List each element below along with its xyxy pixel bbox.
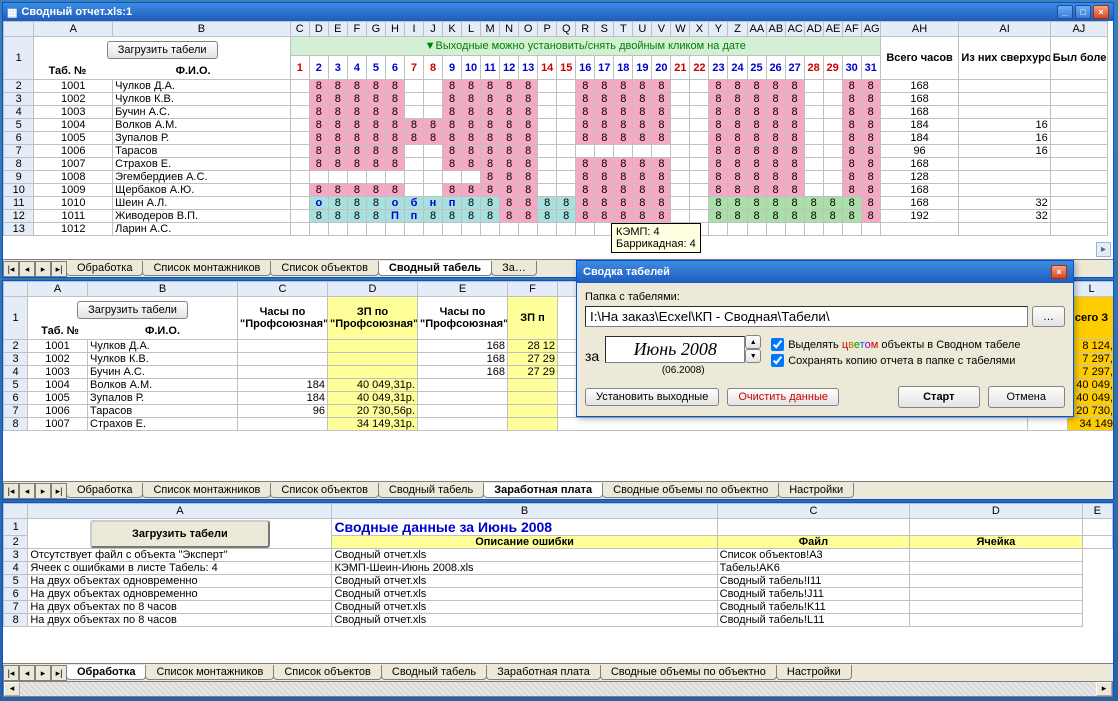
day-22[interactable]: 22 — [690, 56, 709, 80]
day-5[interactable]: 5 — [366, 56, 385, 80]
banner-text: ▼Выходные можно установить/снять двойным… — [290, 37, 880, 56]
sheet-tabs-2: |◂◂▸▸| ОбработкаСписок монтажниковСписок… — [3, 481, 1113, 499]
sheet-tab[interactable]: За… — [491, 261, 537, 276]
btn-cancel[interactable]: Отмена — [988, 386, 1065, 408]
sheet-tab[interactable]: Список монтажников — [145, 665, 274, 680]
sheet-tab[interactable]: Настройки — [776, 665, 852, 680]
folder-label: Папка с табелями: — [585, 291, 1065, 303]
summary-dialog: Сводка табелей × Папка с табелями: … за … — [576, 260, 1074, 417]
btn-holidays[interactable]: Установить выходные — [585, 388, 719, 406]
browse-button[interactable]: … — [1032, 306, 1065, 327]
grid-3[interactable]: A B C D E 1 Загрузить табели Сводные дан… — [3, 503, 1113, 627]
day-23[interactable]: 23 — [709, 56, 728, 80]
day-27[interactable]: 27 — [785, 56, 804, 80]
day-21[interactable]: 21 — [671, 56, 690, 80]
month-up[interactable]: ▲ — [745, 335, 761, 349]
chk-highlight[interactable] — [771, 338, 784, 351]
sheet-tab[interactable]: Заработная плата — [486, 665, 601, 680]
folder-path-input[interactable] — [585, 306, 1028, 327]
day-18[interactable]: 18 — [614, 56, 633, 80]
sheet-tab[interactable]: Сводные объемы по объектно — [602, 483, 779, 498]
corner-cell[interactable] — [4, 22, 34, 37]
day-4[interactable]: 4 — [347, 56, 366, 80]
day-29[interactable]: 29 — [823, 56, 842, 80]
za-label: за — [585, 348, 599, 364]
day-30[interactable]: 30 — [842, 56, 861, 80]
day-2[interactable]: 2 — [309, 56, 328, 80]
sheet-tab[interactable]: Список объектов — [270, 261, 379, 276]
sheet-tab[interactable]: Настройки — [778, 483, 854, 498]
col-overtime: Из них сверхурочно — [959, 37, 1050, 80]
sheet-tab[interactable]: Обработка — [66, 261, 143, 276]
day-14[interactable]: 14 — [538, 56, 557, 80]
app-icon: ▦ — [7, 6, 17, 19]
titlebar-1: ▦ Сводный отчет.xls:1 _ □ × — [3, 3, 1113, 21]
day-31[interactable]: 31 — [861, 56, 880, 80]
month-down[interactable]: ▼ — [745, 349, 761, 363]
workbook-window-1: ▦ Сводный отчет.xls:1 _ □ × A B CDEFGHIJ… — [2, 2, 1114, 278]
load-button-2[interactable]: Загрузить табели — [77, 301, 188, 319]
day-25[interactable]: 25 — [747, 56, 766, 80]
btn-clear[interactable]: Очистить данные — [727, 388, 839, 406]
day-10[interactable]: 10 — [462, 56, 481, 80]
nav-arrow-right-1[interactable]: ▸ — [1096, 242, 1111, 257]
day-3[interactable]: 3 — [328, 56, 347, 80]
day-26[interactable]: 26 — [766, 56, 785, 80]
sheet-tabs-3: |◂◂▸▸| ОбработкаСписок монтажниковСписок… — [3, 663, 1113, 681]
sheet-tab[interactable]: Заработная плата — [483, 483, 603, 498]
load-button-3[interactable]: Загрузить табели — [90, 520, 270, 548]
summary-title: Сводные данные за Июнь 2008 — [332, 519, 717, 536]
chk-save-copy[interactable] — [771, 354, 784, 367]
sheet-tab[interactable]: Обработка — [66, 665, 146, 680]
sheet-tab[interactable]: Сводные объемы по объектно — [600, 665, 777, 680]
sheet-tab[interactable]: Сводный табель — [378, 261, 492, 276]
sheet-tab[interactable]: Список объектов — [270, 483, 379, 498]
day-19[interactable]: 19 — [633, 56, 652, 80]
sheet-tab[interactable]: Сводный табель — [378, 483, 484, 498]
tab-prev[interactable]: ◂ — [19, 261, 35, 277]
cell-tooltip: КЭМП: 4 Баррикадная: 4 — [611, 223, 701, 253]
month-field[interactable]: Июнь 2008 — [605, 336, 745, 363]
tab-last[interactable]: ▸| — [51, 261, 67, 277]
day-24[interactable]: 24 — [728, 56, 747, 80]
sheet-tab[interactable]: Список объектов — [273, 665, 382, 680]
day-7[interactable]: 7 — [404, 56, 423, 80]
close-button[interactable]: × — [1093, 5, 1109, 19]
day-9[interactable]: 9 — [443, 56, 462, 80]
day-11[interactable]: 11 — [481, 56, 500, 80]
day-12[interactable]: 12 — [500, 56, 519, 80]
dialog-close-button[interactable]: × — [1051, 265, 1067, 279]
day-13[interactable]: 13 — [519, 56, 538, 80]
tab-first[interactable]: |◂ — [3, 261, 19, 277]
col-fio: Ф.И.О. — [98, 65, 287, 77]
sheet-tab[interactable]: Список монтажников — [142, 261, 271, 276]
day-17[interactable]: 17 — [595, 56, 614, 80]
col-sick: Был болен — [1050, 37, 1107, 80]
maximize-button[interactable]: □ — [1075, 5, 1091, 19]
minimize-button[interactable]: _ — [1057, 5, 1073, 19]
dialog-titlebar: Сводка табелей × — [577, 261, 1073, 283]
day-20[interactable]: 20 — [652, 56, 671, 80]
tab-next[interactable]: ▸ — [35, 261, 51, 277]
day-1[interactable]: 1 — [290, 56, 309, 80]
month-sub: (06.2008) — [662, 365, 705, 376]
load-button-1[interactable]: Загрузить табели — [107, 41, 218, 59]
hscroll-3[interactable]: ◂▸ — [3, 681, 1113, 697]
day-15[interactable]: 15 — [557, 56, 576, 80]
day-8[interactable]: 8 — [423, 56, 442, 80]
sheet-tab[interactable]: Обработка — [66, 483, 143, 498]
sheet-tab[interactable]: Список монтажников — [142, 483, 271, 498]
window-title: Сводный отчет.xls:1 — [21, 6, 132, 18]
day-16[interactable]: 16 — [576, 56, 595, 80]
btn-start[interactable]: Старт — [898, 386, 979, 408]
grid-1[interactable]: A B CDEFGHIJKLMNOPQRSTUVWXYZAAABACADAEAF… — [3, 21, 1108, 236]
workbook-window-3: A B C D E 1 Загрузить табели Сводные дан… — [2, 502, 1114, 697]
day-6[interactable]: 6 — [385, 56, 404, 80]
sheet-tab[interactable]: Сводный табель — [381, 665, 487, 680]
col-total-hours: Всего часов — [880, 37, 959, 80]
day-28[interactable]: 28 — [804, 56, 823, 80]
col-tab-no: Таб. № — [36, 65, 98, 77]
